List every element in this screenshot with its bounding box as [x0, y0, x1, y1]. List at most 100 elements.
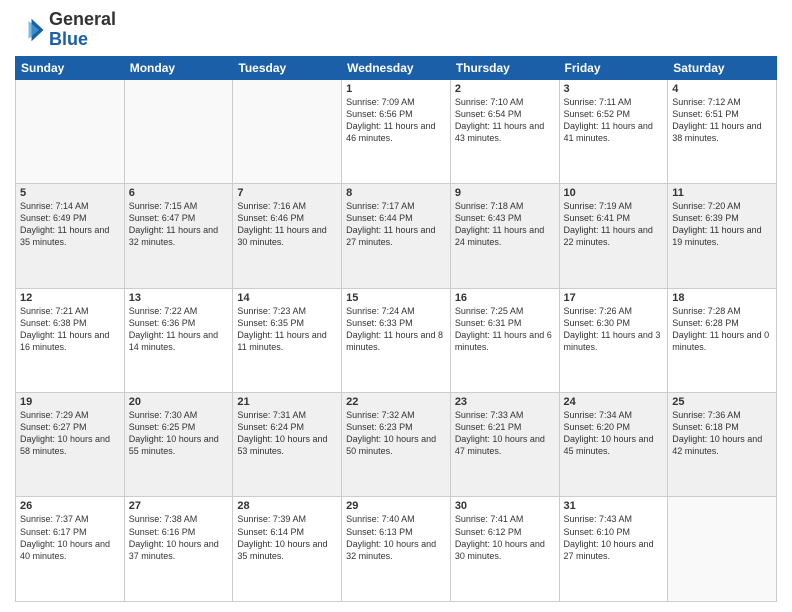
day-number: 31 [564, 500, 664, 512]
calendar-cell: 26Sunrise: 7:37 AM Sunset: 6:17 PM Dayli… [16, 497, 125, 602]
day-number: 20 [129, 396, 229, 408]
day-number: 21 [237, 396, 337, 408]
calendar-week-5: 26Sunrise: 7:37 AM Sunset: 6:17 PM Dayli… [16, 497, 777, 602]
calendar-cell [124, 79, 233, 183]
cell-info: Sunrise: 7:16 AM Sunset: 6:46 PM Dayligh… [237, 200, 337, 249]
calendar-cell: 24Sunrise: 7:34 AM Sunset: 6:20 PM Dayli… [559, 393, 668, 497]
cell-info: Sunrise: 7:10 AM Sunset: 6:54 PM Dayligh… [455, 96, 555, 145]
cell-info: Sunrise: 7:20 AM Sunset: 6:39 PM Dayligh… [672, 200, 772, 249]
day-number: 27 [129, 500, 229, 512]
calendar-week-3: 12Sunrise: 7:21 AM Sunset: 6:38 PM Dayli… [16, 288, 777, 392]
cell-info: Sunrise: 7:31 AM Sunset: 6:24 PM Dayligh… [237, 409, 337, 458]
cell-info: Sunrise: 7:21 AM Sunset: 6:38 PM Dayligh… [20, 305, 120, 354]
day-number: 14 [237, 292, 337, 304]
calendar-cell [668, 497, 777, 602]
cell-info: Sunrise: 7:19 AM Sunset: 6:41 PM Dayligh… [564, 200, 664, 249]
day-number: 25 [672, 396, 772, 408]
day-number: 6 [129, 187, 229, 199]
calendar-cell: 3Sunrise: 7:11 AM Sunset: 6:52 PM Daylig… [559, 79, 668, 183]
cell-info: Sunrise: 7:17 AM Sunset: 6:44 PM Dayligh… [346, 200, 446, 249]
cell-info: Sunrise: 7:29 AM Sunset: 6:27 PM Dayligh… [20, 409, 120, 458]
calendar-cell: 13Sunrise: 7:22 AM Sunset: 6:36 PM Dayli… [124, 288, 233, 392]
day-number: 9 [455, 187, 555, 199]
cell-info: Sunrise: 7:12 AM Sunset: 6:51 PM Dayligh… [672, 96, 772, 145]
calendar-cell [233, 79, 342, 183]
day-header-wednesday: Wednesday [342, 56, 451, 79]
day-number: 17 [564, 292, 664, 304]
calendar-cell: 7Sunrise: 7:16 AM Sunset: 6:46 PM Daylig… [233, 184, 342, 288]
day-number: 2 [455, 83, 555, 95]
calendar-week-4: 19Sunrise: 7:29 AM Sunset: 6:27 PM Dayli… [16, 393, 777, 497]
day-number: 28 [237, 500, 337, 512]
calendar-week-2: 5Sunrise: 7:14 AM Sunset: 6:49 PM Daylig… [16, 184, 777, 288]
cell-info: Sunrise: 7:43 AM Sunset: 6:10 PM Dayligh… [564, 513, 664, 562]
calendar-cell: 8Sunrise: 7:17 AM Sunset: 6:44 PM Daylig… [342, 184, 451, 288]
calendar-cell: 9Sunrise: 7:18 AM Sunset: 6:43 PM Daylig… [450, 184, 559, 288]
day-number: 22 [346, 396, 446, 408]
day-number: 7 [237, 187, 337, 199]
cell-info: Sunrise: 7:41 AM Sunset: 6:12 PM Dayligh… [455, 513, 555, 562]
day-number: 16 [455, 292, 555, 304]
day-number: 29 [346, 500, 446, 512]
cell-info: Sunrise: 7:25 AM Sunset: 6:31 PM Dayligh… [455, 305, 555, 354]
day-number: 30 [455, 500, 555, 512]
logo: General Blue [15, 10, 116, 50]
calendar-cell: 16Sunrise: 7:25 AM Sunset: 6:31 PM Dayli… [450, 288, 559, 392]
logo-text: General Blue [49, 10, 116, 50]
day-number: 10 [564, 187, 664, 199]
day-number: 24 [564, 396, 664, 408]
day-number: 8 [346, 187, 446, 199]
day-number: 23 [455, 396, 555, 408]
header: General Blue [15, 10, 777, 50]
day-header-sunday: Sunday [16, 56, 125, 79]
calendar-cell: 27Sunrise: 7:38 AM Sunset: 6:16 PM Dayli… [124, 497, 233, 602]
day-number: 3 [564, 83, 664, 95]
cell-info: Sunrise: 7:22 AM Sunset: 6:36 PM Dayligh… [129, 305, 229, 354]
calendar-cell: 28Sunrise: 7:39 AM Sunset: 6:14 PM Dayli… [233, 497, 342, 602]
cell-info: Sunrise: 7:24 AM Sunset: 6:33 PM Dayligh… [346, 305, 446, 354]
cell-info: Sunrise: 7:33 AM Sunset: 6:21 PM Dayligh… [455, 409, 555, 458]
calendar-cell: 2Sunrise: 7:10 AM Sunset: 6:54 PM Daylig… [450, 79, 559, 183]
calendar-cell: 1Sunrise: 7:09 AM Sunset: 6:56 PM Daylig… [342, 79, 451, 183]
calendar-cell: 29Sunrise: 7:40 AM Sunset: 6:13 PM Dayli… [342, 497, 451, 602]
day-header-friday: Friday [559, 56, 668, 79]
day-number: 11 [672, 187, 772, 199]
calendar-cell: 25Sunrise: 7:36 AM Sunset: 6:18 PM Dayli… [668, 393, 777, 497]
cell-info: Sunrise: 7:09 AM Sunset: 6:56 PM Dayligh… [346, 96, 446, 145]
cell-info: Sunrise: 7:18 AM Sunset: 6:43 PM Dayligh… [455, 200, 555, 249]
day-header-saturday: Saturday [668, 56, 777, 79]
cell-info: Sunrise: 7:34 AM Sunset: 6:20 PM Dayligh… [564, 409, 664, 458]
calendar-cell: 11Sunrise: 7:20 AM Sunset: 6:39 PM Dayli… [668, 184, 777, 288]
cell-info: Sunrise: 7:30 AM Sunset: 6:25 PM Dayligh… [129, 409, 229, 458]
calendar-cell: 14Sunrise: 7:23 AM Sunset: 6:35 PM Dayli… [233, 288, 342, 392]
day-header-monday: Monday [124, 56, 233, 79]
day-header-thursday: Thursday [450, 56, 559, 79]
calendar-cell: 18Sunrise: 7:28 AM Sunset: 6:28 PM Dayli… [668, 288, 777, 392]
cell-info: Sunrise: 7:39 AM Sunset: 6:14 PM Dayligh… [237, 513, 337, 562]
calendar-cell [16, 79, 125, 183]
calendar-cell: 5Sunrise: 7:14 AM Sunset: 6:49 PM Daylig… [16, 184, 125, 288]
calendar-cell: 31Sunrise: 7:43 AM Sunset: 6:10 PM Dayli… [559, 497, 668, 602]
cell-info: Sunrise: 7:15 AM Sunset: 6:47 PM Dayligh… [129, 200, 229, 249]
day-header-tuesday: Tuesday [233, 56, 342, 79]
calendar-cell: 6Sunrise: 7:15 AM Sunset: 6:47 PM Daylig… [124, 184, 233, 288]
cell-info: Sunrise: 7:36 AM Sunset: 6:18 PM Dayligh… [672, 409, 772, 458]
day-number: 26 [20, 500, 120, 512]
calendar-cell: 19Sunrise: 7:29 AM Sunset: 6:27 PM Dayli… [16, 393, 125, 497]
calendar-week-1: 1Sunrise: 7:09 AM Sunset: 6:56 PM Daylig… [16, 79, 777, 183]
cell-info: Sunrise: 7:32 AM Sunset: 6:23 PM Dayligh… [346, 409, 446, 458]
calendar-cell: 23Sunrise: 7:33 AM Sunset: 6:21 PM Dayli… [450, 393, 559, 497]
calendar-cell: 22Sunrise: 7:32 AM Sunset: 6:23 PM Dayli… [342, 393, 451, 497]
cell-info: Sunrise: 7:14 AM Sunset: 6:49 PM Dayligh… [20, 200, 120, 249]
cell-info: Sunrise: 7:37 AM Sunset: 6:17 PM Dayligh… [20, 513, 120, 562]
day-number: 19 [20, 396, 120, 408]
calendar-cell: 10Sunrise: 7:19 AM Sunset: 6:41 PM Dayli… [559, 184, 668, 288]
calendar-cell: 20Sunrise: 7:30 AM Sunset: 6:25 PM Dayli… [124, 393, 233, 497]
calendar-cell: 15Sunrise: 7:24 AM Sunset: 6:33 PM Dayli… [342, 288, 451, 392]
day-number: 1 [346, 83, 446, 95]
day-number: 4 [672, 83, 772, 95]
calendar-cell: 4Sunrise: 7:12 AM Sunset: 6:51 PM Daylig… [668, 79, 777, 183]
day-number: 15 [346, 292, 446, 304]
calendar-cell: 12Sunrise: 7:21 AM Sunset: 6:38 PM Dayli… [16, 288, 125, 392]
cell-info: Sunrise: 7:26 AM Sunset: 6:30 PM Dayligh… [564, 305, 664, 354]
